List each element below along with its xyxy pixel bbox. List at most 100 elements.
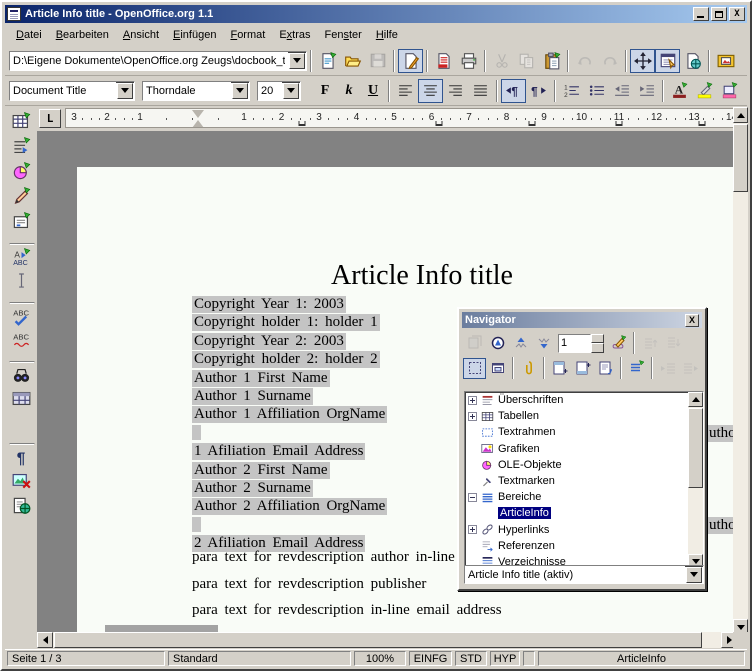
expand-icon[interactable] xyxy=(468,412,477,421)
scroll-left-button[interactable] xyxy=(37,632,53,648)
hyperlink-dialog-button[interactable] xyxy=(680,49,705,73)
document-line[interactable]: Author 1 Surname xyxy=(192,388,313,405)
status-page-style[interactable]: Standard xyxy=(168,651,351,666)
nav-demote-button[interactable] xyxy=(679,358,702,379)
tab-stop-marker[interactable] xyxy=(699,121,706,126)
horizontal-scroll-thumb[interactable] xyxy=(54,632,702,648)
nav-navigation-button[interactable] xyxy=(486,333,509,354)
decrease-indent-button[interactable] xyxy=(609,79,634,103)
url-combobox[interactable] xyxy=(9,51,307,71)
print-button[interactable] xyxy=(456,49,481,73)
document-line[interactable]: Copyright Year 1: 2003 xyxy=(192,296,346,313)
page-number-input[interactable] xyxy=(559,335,590,352)
autotext-button[interactable]: AABC xyxy=(9,243,35,268)
document-selector-value[interactable] xyxy=(465,566,685,583)
nav-footnote-button[interactable] xyxy=(594,358,617,379)
fontsize-input[interactable] xyxy=(258,82,282,100)
font-dropdown-button[interactable] xyxy=(232,83,248,99)
spellcheck-button[interactable]: ABC xyxy=(9,302,35,327)
status-section[interactable]: ArticleInfo xyxy=(538,651,745,666)
insert-button[interactable] xyxy=(9,134,35,159)
menu-extras[interactable]: Extras xyxy=(272,27,317,43)
graphics-onoff-button[interactable] xyxy=(9,468,35,493)
tree-scroll-thumb[interactable] xyxy=(688,408,703,488)
nav-anchor-button[interactable] xyxy=(517,358,540,379)
status-zoom[interactable]: 100% xyxy=(354,651,406,666)
nav-dragmode-button[interactable] xyxy=(625,358,648,379)
menu-format[interactable]: Format xyxy=(223,27,272,43)
document-line[interactable]: Author 1 Affiliation OrgName xyxy=(192,406,387,423)
nav-reminder-button[interactable] xyxy=(607,333,630,354)
fontsize-combobox[interactable] xyxy=(257,81,301,101)
insert-table-button[interactable] xyxy=(9,109,35,134)
tab-stop-marker[interactable] xyxy=(616,121,623,126)
data-sources-button[interactable] xyxy=(9,386,35,411)
highlight-button[interactable] xyxy=(692,79,717,103)
align-justify-button[interactable] xyxy=(468,79,493,103)
spin-up-button[interactable] xyxy=(591,334,604,344)
align-right-button[interactable] xyxy=(443,79,468,103)
increase-indent-button[interactable] xyxy=(634,79,659,103)
form-functions-button[interactable] xyxy=(9,209,35,234)
minimize-button[interactable] xyxy=(693,7,709,21)
tree-item-textrahmen[interactable]: Textrahmen xyxy=(465,424,703,440)
nav-box-button[interactable] xyxy=(486,358,509,379)
draw-functions-button[interactable] xyxy=(9,184,35,209)
document-line[interactable]: Copyright holder 1: holder 1 xyxy=(192,314,380,331)
tree-item-articleinfo[interactable]: ArticleInfo xyxy=(465,505,703,521)
document-line[interactable]: Author 2 Surname xyxy=(192,480,313,497)
font-combobox[interactable] xyxy=(142,81,250,101)
document-heading[interactable]: Article Info title xyxy=(192,260,652,292)
numbered-list-button[interactable]: 12 xyxy=(559,79,584,103)
url-input[interactable] xyxy=(10,52,288,70)
nav-chapter-down-button[interactable] xyxy=(661,333,684,354)
nav-chapter-up-button[interactable] xyxy=(638,333,661,354)
document-line[interactable]: Copyright Year 2: 2003 xyxy=(192,333,346,350)
menu-datei[interactable]: Datei xyxy=(9,27,49,43)
navigator-button[interactable] xyxy=(630,49,655,73)
tree-item-bereiche[interactable]: Bereiche xyxy=(465,489,703,505)
undo-button[interactable] xyxy=(572,49,597,73)
font-input[interactable] xyxy=(143,82,231,100)
document-line[interactable]: para text for revdescription author in-l… xyxy=(192,549,455,566)
gallery-button[interactable] xyxy=(713,49,738,73)
spin-down-button[interactable] xyxy=(591,343,604,353)
status-page[interactable]: Seite 1 / 3 xyxy=(7,651,165,666)
edit-file-button[interactable] xyxy=(398,49,423,73)
nav-promote-button[interactable] xyxy=(656,358,679,379)
align-center-button[interactable] xyxy=(418,79,443,103)
expand-icon[interactable] xyxy=(468,396,477,405)
navigator-window[interactable]: Navigator X ÜberschriftenTabellenTextrah… xyxy=(457,307,707,591)
fontsize-dropdown-button[interactable] xyxy=(283,83,299,99)
document-line[interactable] xyxy=(192,425,201,445)
italic-button[interactable]: k xyxy=(337,79,361,103)
nonprinting-chars-button[interactable]: ¶ xyxy=(9,443,35,468)
menu-bearbeiten[interactable]: Bearbeiten xyxy=(49,27,116,43)
tree-item-grafiken[interactable]: Grafiken xyxy=(465,441,703,457)
document-line[interactable]: para text for revdescription in-line ema… xyxy=(192,602,502,619)
find-replace-button[interactable] xyxy=(9,361,35,386)
new-document-button[interactable] xyxy=(315,49,340,73)
status-selection-mode[interactable]: STD xyxy=(455,651,487,666)
document-line[interactable]: Author 2 Affiliation OrgName xyxy=(192,498,387,515)
horizontal-ruler[interactable]: 3211234567891011121314 xyxy=(65,108,736,128)
menu-hilfe[interactable]: Hilfe xyxy=(369,27,405,43)
status-insert-mode[interactable]: EINFG xyxy=(409,651,452,666)
insert-object-button[interactable] xyxy=(9,159,35,184)
nav-toggle-button[interactable] xyxy=(463,333,486,354)
expand-icon[interactable] xyxy=(468,525,477,534)
stylist-button[interactable] xyxy=(655,49,680,73)
document-line[interactable] xyxy=(192,517,201,537)
open-button[interactable] xyxy=(340,49,365,73)
document-line[interactable]: 1 Afiliation Email Address xyxy=(192,443,365,460)
paste-button[interactable] xyxy=(539,49,564,73)
style-dropdown-button[interactable] xyxy=(117,83,133,99)
underline-button[interactable]: U xyxy=(361,79,385,103)
bold-button[interactable]: F xyxy=(313,79,337,103)
nav-previous-button[interactable] xyxy=(509,333,532,354)
direct-cursor-button[interactable] xyxy=(9,268,35,293)
close-button[interactable]: X xyxy=(729,7,745,21)
scroll-up-button[interactable] xyxy=(733,107,748,123)
tree-item-überschriften[interactable]: Überschriften xyxy=(465,392,703,408)
tab-stop-marker[interactable] xyxy=(436,121,443,126)
